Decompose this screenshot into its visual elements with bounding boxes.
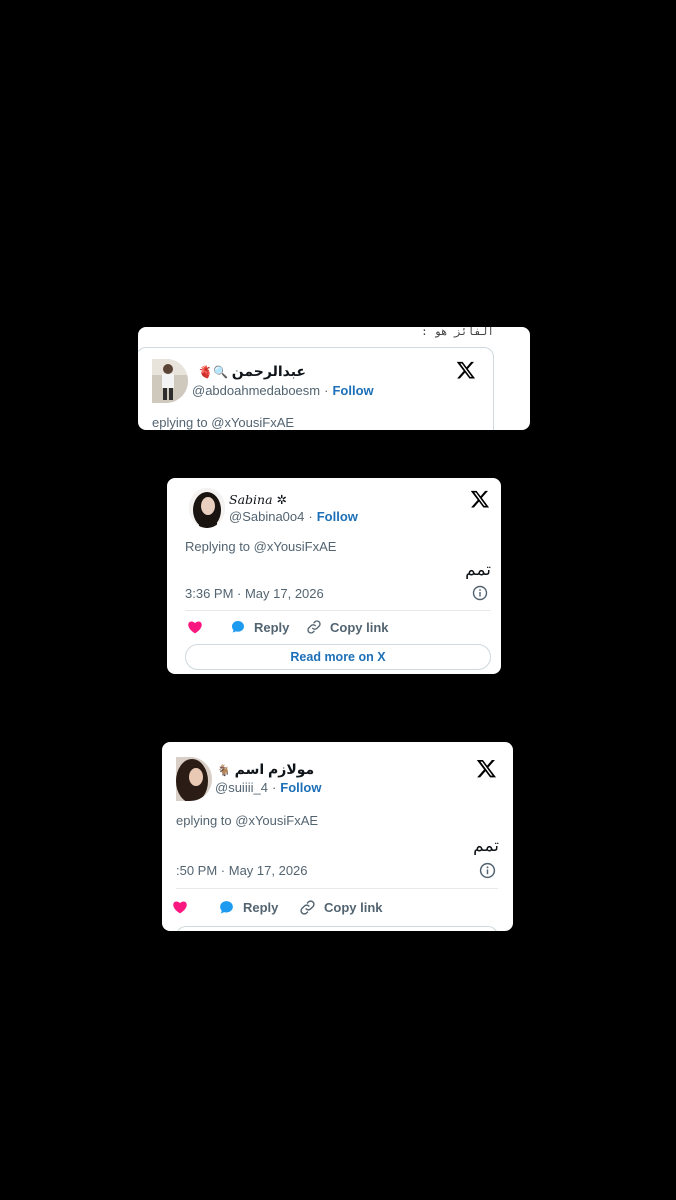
- display-name: Sabina ✲: [229, 492, 287, 507]
- follow-button[interactable]: Follow: [332, 383, 373, 398]
- info-icon[interactable]: [479, 862, 496, 879]
- timestamp[interactable]: :50 PM · May 17, 2026: [176, 863, 308, 878]
- follow-button[interactable]: Follow: [317, 509, 358, 524]
- tweet-card-2: Sabina ✲ @Sabina0o4 · Follow Replying to @…: [167, 478, 501, 674]
- x-logo-icon[interactable]: [456, 360, 476, 380]
- display-name: 🐐 مولازم اسم: [217, 761, 314, 778]
- info-icon[interactable]: [472, 585, 488, 601]
- handle-line: @suiiii_4 · Follow: [215, 780, 322, 795]
- tweet-text: تمم: [473, 836, 499, 855]
- reply-bubble-icon: [220, 901, 233, 914]
- name-suffix: ✲: [276, 492, 287, 507]
- reply-label: Reply: [243, 900, 279, 915]
- handle-line: @Sabina0o4 · Follow: [229, 509, 358, 524]
- name-prefix: 🐐: [217, 765, 231, 777]
- timestamp[interactable]: 3:36 PM · May 17, 2026: [185, 586, 324, 601]
- link-icon: [307, 620, 321, 634]
- divider: [185, 610, 491, 611]
- copy-link-label: Copy link: [330, 619, 389, 635]
- reply-bubble-icon: [232, 621, 244, 633]
- read-more-button[interactable]: Read more on X: [185, 644, 491, 670]
- handle: @abdoahmedaboesm: [192, 383, 321, 398]
- handle-line: @abdoahmedaboesm · Follow: [192, 383, 374, 398]
- reply-button[interactable]: Reply: [218, 899, 278, 916]
- name-text: Sabina: [229, 492, 273, 507]
- name-text: مولازم اسم: [234, 761, 315, 777]
- handle: @suiiii_4: [215, 780, 268, 795]
- copy-link-button[interactable]: Copy link: [306, 619, 389, 635]
- avatar[interactable]: [189, 488, 225, 528]
- replying-to: Replying to @xYousiFxAE: [185, 539, 337, 554]
- like-button[interactable]: [172, 899, 188, 915]
- avatar[interactable]: [176, 757, 212, 801]
- copy-link-button[interactable]: Copy link: [299, 899, 383, 916]
- like-button[interactable]: [187, 619, 203, 635]
- copy-link-label: Copy link: [324, 900, 383, 915]
- tweet-card-3: 🐐 مولازم اسم @suiiii_4 · Follow eplying to…: [162, 742, 513, 931]
- heart-icon: [173, 901, 187, 914]
- display-name: 🫀🔍 عبدالرحمن: [198, 363, 306, 380]
- replying-to: eplying to @xYousiFxAE: [176, 813, 319, 828]
- heart-icon: [188, 621, 202, 634]
- replying-to: eplying to @xYousiFxAE: [152, 415, 295, 430]
- name-emoji: 🫀🔍: [198, 365, 228, 379]
- cropped-edge: [176, 926, 498, 931]
- reply-label: Reply: [254, 619, 290, 635]
- header-caption: الفائز هو :: [421, 327, 494, 338]
- reply-button[interactable]: Reply: [230, 619, 289, 635]
- tweet-text: تمم: [465, 560, 491, 579]
- divider: [176, 888, 498, 889]
- tweet-card-1: الفائز هو : 🫀🔍 عبدالرحمن @abdoahmedaboes…: [138, 327, 530, 430]
- x-logo-icon[interactable]: [476, 758, 497, 779]
- follow-button[interactable]: Follow: [280, 780, 321, 795]
- name-text: عبدالرحمن: [231, 363, 306, 379]
- handle: @Sabina0o4: [229, 509, 305, 524]
- x-logo-icon[interactable]: [470, 489, 490, 509]
- link-icon: [300, 900, 315, 915]
